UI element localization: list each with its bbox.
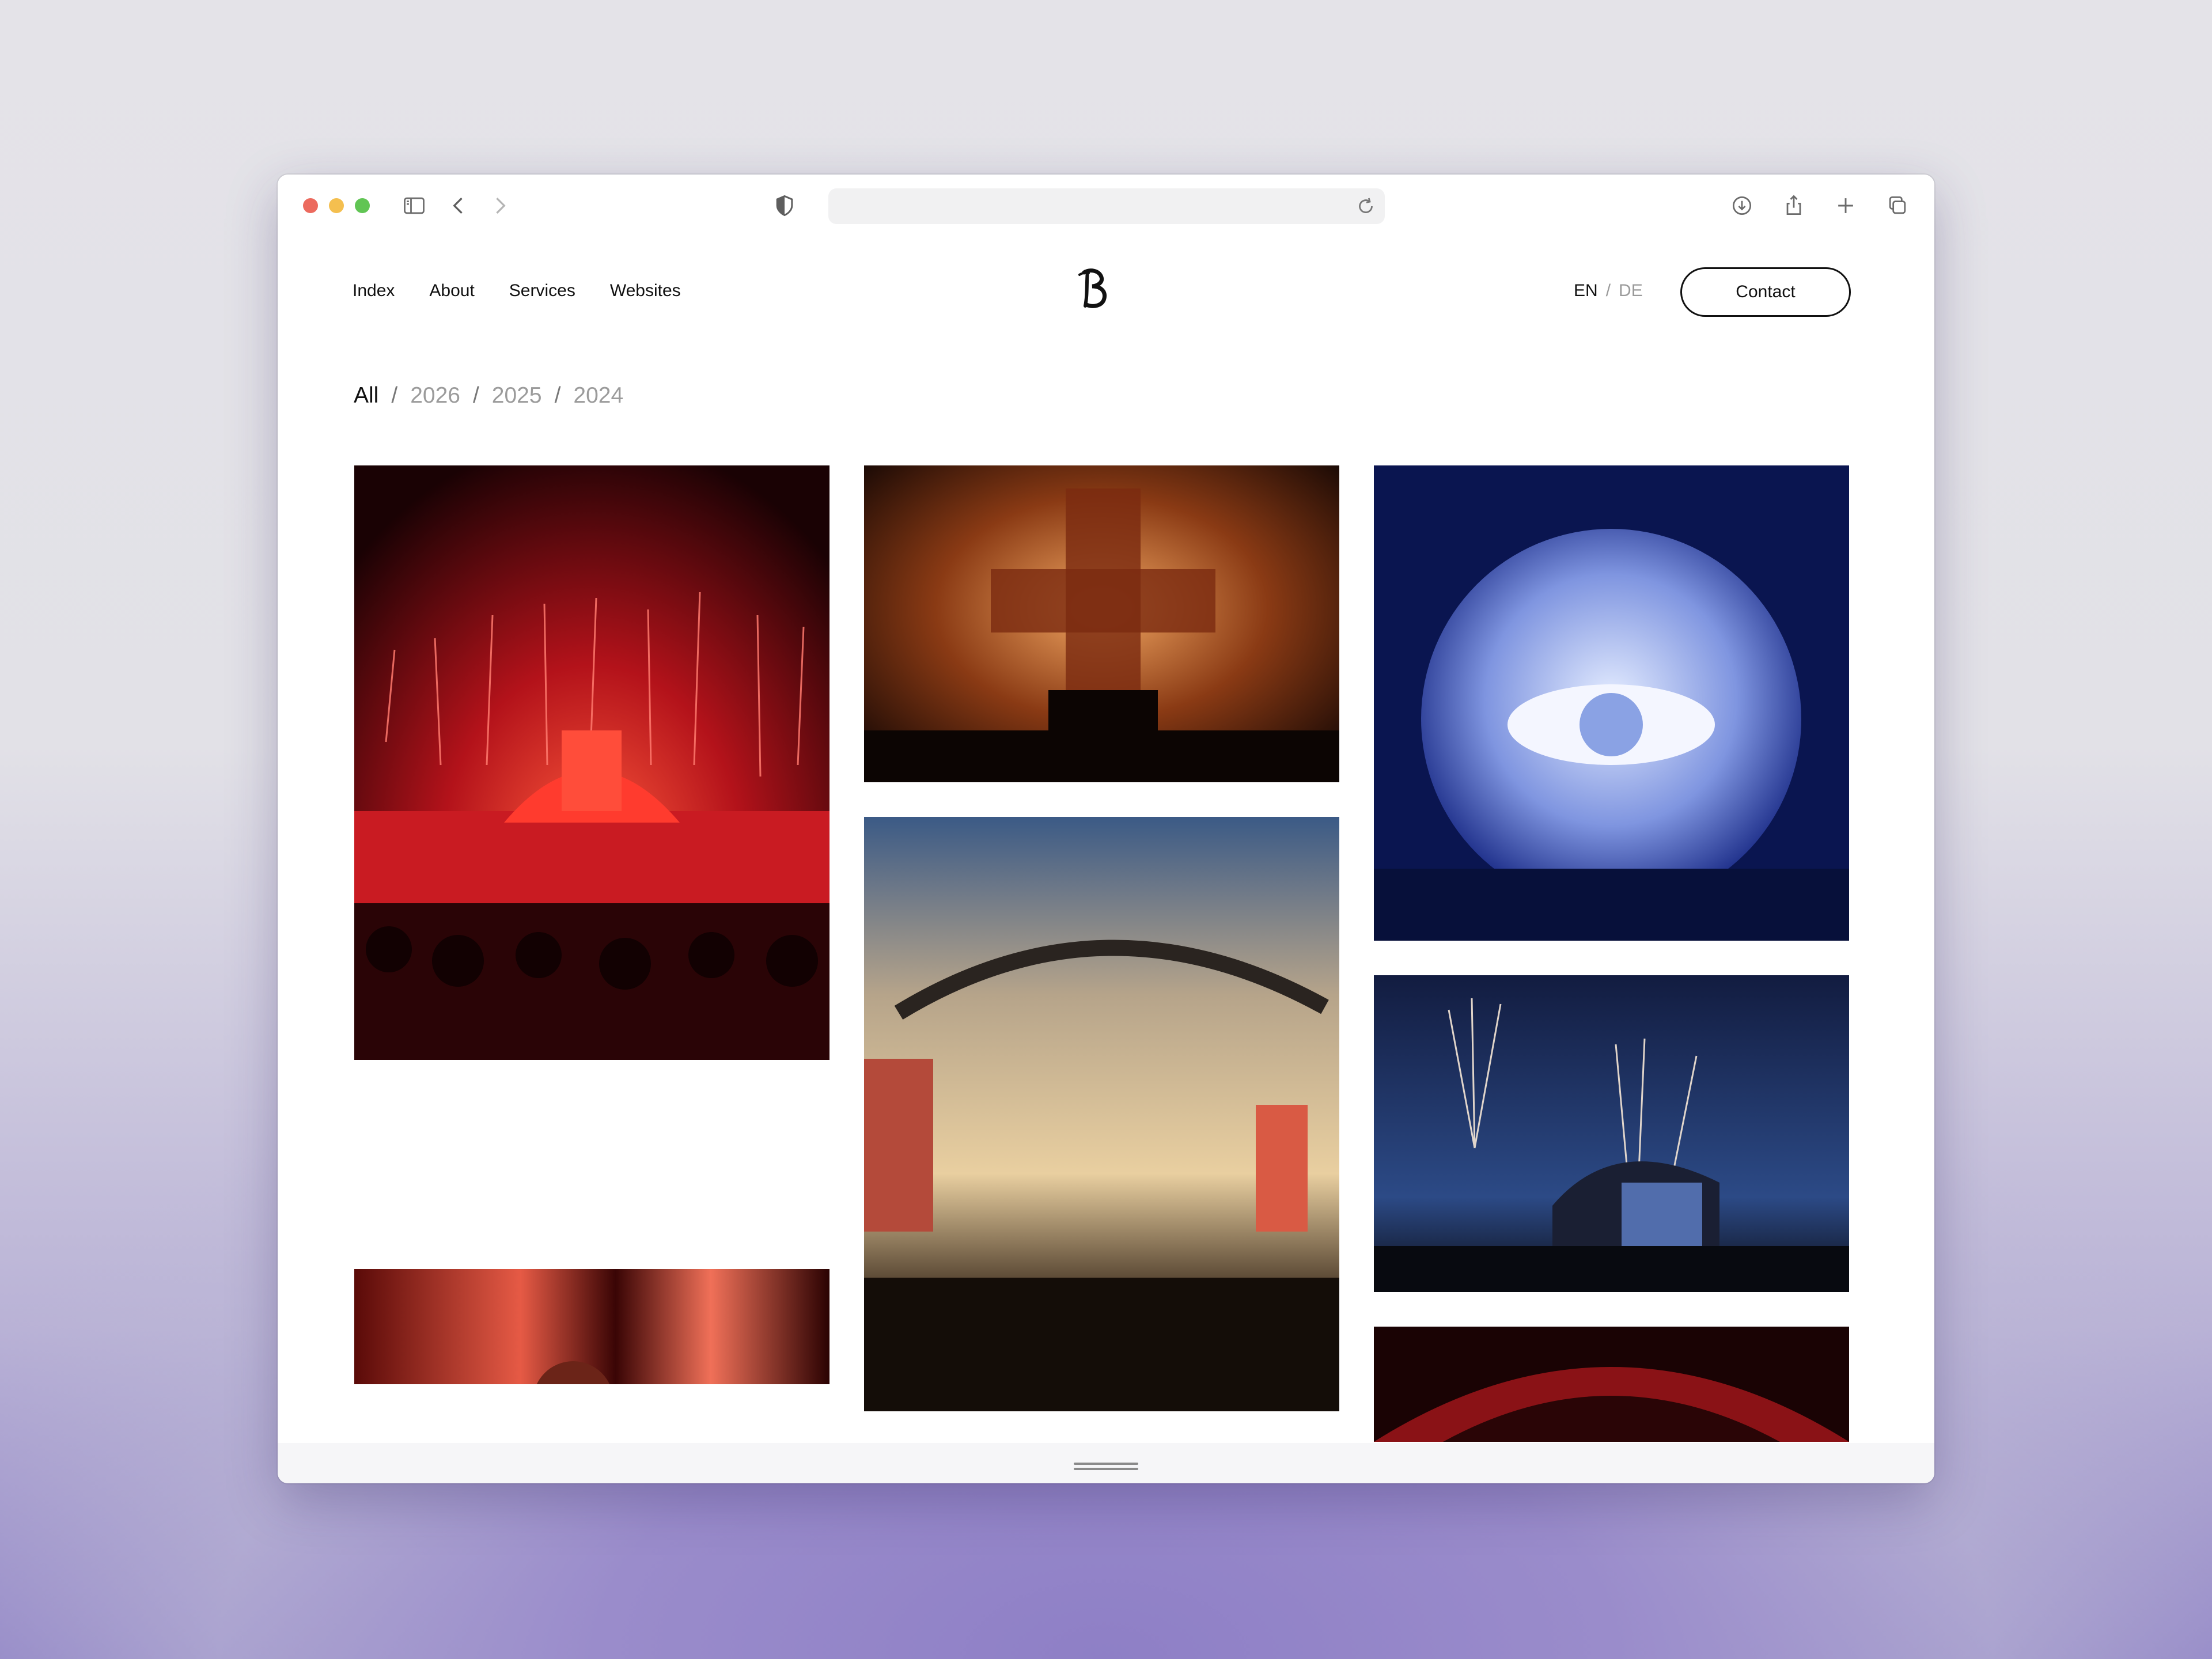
photo-confetti-cross-dj[interactable] bbox=[864, 465, 1339, 782]
main-nav: Index About Services Websites bbox=[353, 281, 681, 301]
reload-icon[interactable] bbox=[1354, 194, 1378, 218]
address-bar[interactable] bbox=[828, 188, 1385, 224]
lang-separator: / bbox=[1605, 281, 1611, 300]
filter-2025[interactable]: 2025 bbox=[492, 383, 542, 408]
resize-handle[interactable] bbox=[1074, 1463, 1138, 1471]
bottom-bar bbox=[278, 1443, 1934, 1483]
download-icon[interactable] bbox=[1728, 192, 1756, 219]
back-icon[interactable] bbox=[445, 192, 472, 219]
zoom-window-button[interactable] bbox=[355, 198, 370, 213]
filter-2026[interactable]: 2026 bbox=[410, 383, 460, 408]
tabs-overview-icon[interactable] bbox=[1884, 192, 1911, 219]
sidebar-icon[interactable] bbox=[400, 192, 428, 219]
photo-eye-sphere-stage[interactable] bbox=[1374, 465, 1849, 941]
forward-icon[interactable] bbox=[486, 192, 514, 219]
year-filter: All / 2026 / 2025 / 2024 bbox=[354, 383, 623, 408]
filter-separator: / bbox=[472, 383, 479, 408]
filter-2024[interactable]: 2024 bbox=[573, 383, 623, 408]
minimize-window-button[interactable] bbox=[329, 198, 344, 213]
nav-index[interactable]: Index bbox=[353, 281, 395, 301]
browser-toolbar bbox=[278, 175, 1934, 238]
photo-dusty-stage-crowd[interactable] bbox=[864, 817, 1339, 1411]
privacy-shield-icon[interactable] bbox=[771, 192, 798, 219]
filter-separator: / bbox=[554, 383, 561, 408]
lang-en[interactable]: EN bbox=[1574, 281, 1598, 301]
new-tab-icon[interactable] bbox=[1832, 192, 1859, 219]
nav-about[interactable]: About bbox=[429, 281, 474, 301]
lang-de[interactable]: DE bbox=[1619, 281, 1643, 301]
photo-red-fireworks-stage[interactable] bbox=[354, 465, 830, 1060]
nav-websites[interactable]: Websites bbox=[610, 281, 681, 301]
contact-button[interactable]: Contact bbox=[1680, 267, 1851, 317]
share-icon[interactable] bbox=[1780, 192, 1808, 219]
language-switcher: EN / DE bbox=[1574, 281, 1643, 301]
photo-dusk-fireworks-stage[interactable] bbox=[1374, 975, 1849, 1292]
nav-services[interactable]: Services bbox=[509, 281, 575, 301]
filter-separator: / bbox=[391, 383, 398, 408]
site-logo[interactable] bbox=[1073, 266, 1114, 312]
photo-red-dj-portrait[interactable] bbox=[354, 1269, 830, 1384]
close-window-button[interactable] bbox=[303, 198, 318, 213]
photo-red-arch-stage[interactable] bbox=[1374, 1327, 1849, 1442]
browser-window: Index About Services Websites EN / DE Co… bbox=[278, 175, 1934, 1483]
filter-all[interactable]: All bbox=[354, 383, 378, 408]
